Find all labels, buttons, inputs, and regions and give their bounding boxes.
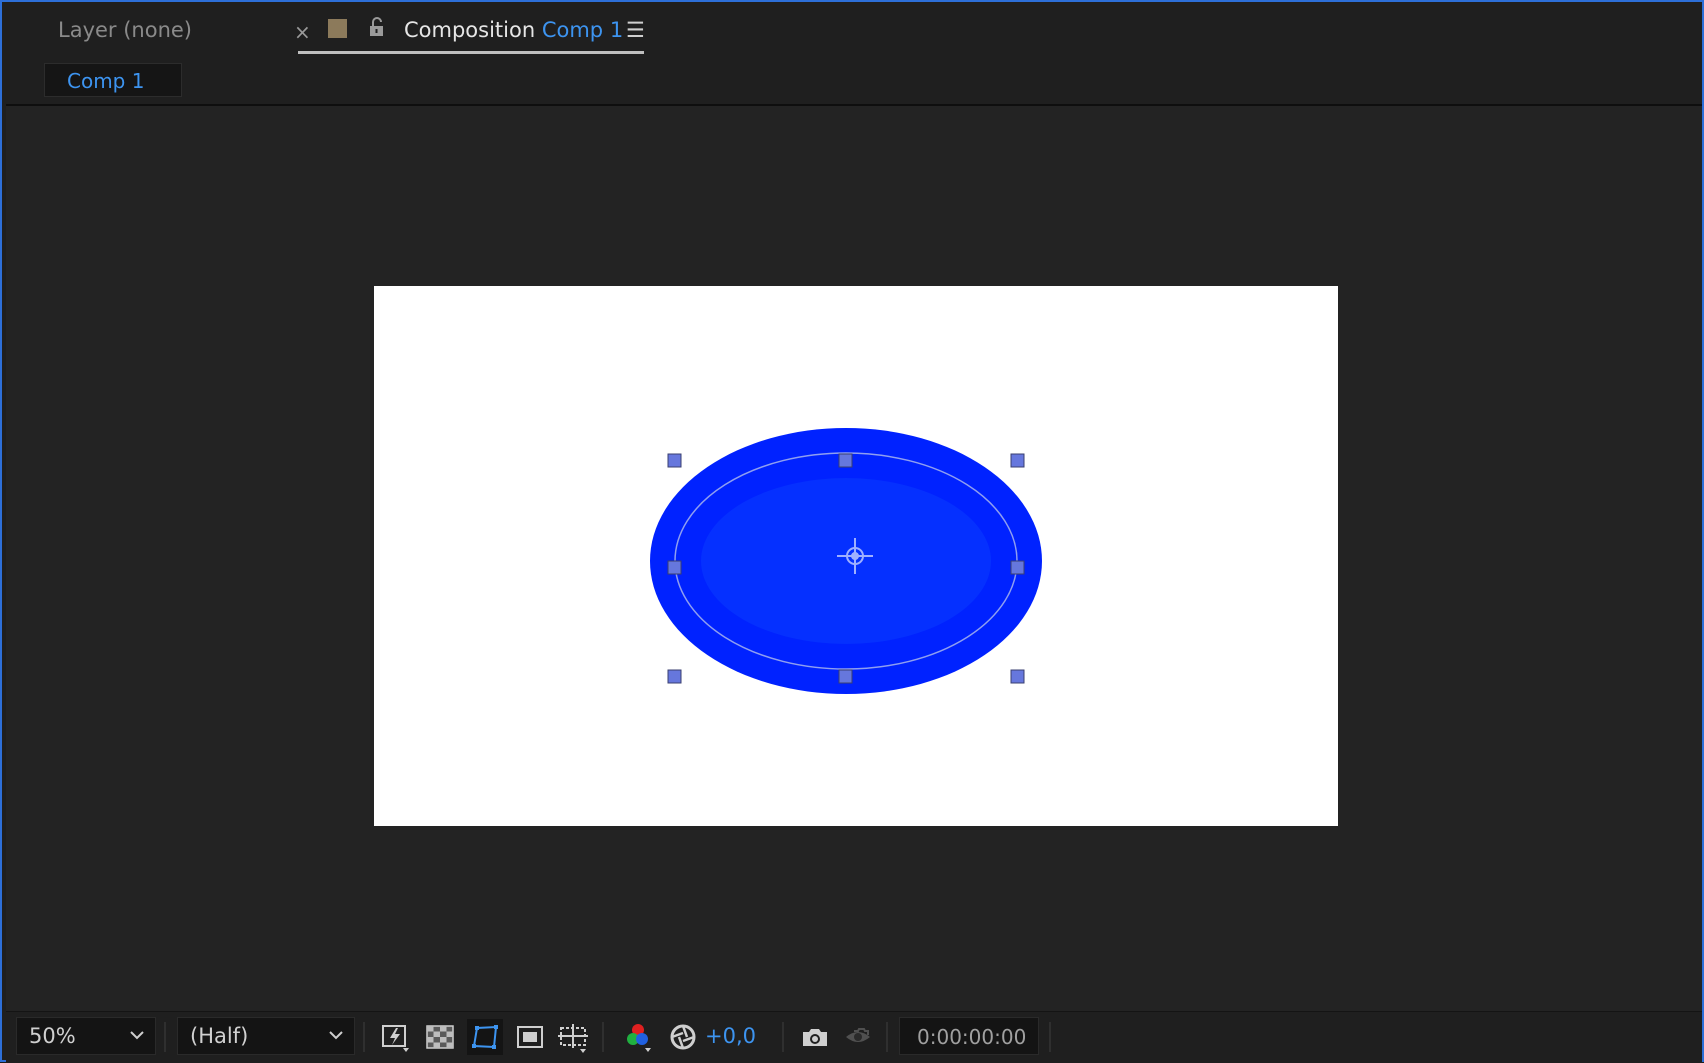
show-snapshot-icon[interactable] <box>840 1019 876 1055</box>
toolbar-divider <box>886 1022 888 1052</box>
handle-top-right <box>1010 453 1025 468</box>
tab-composition[interactable]: Composition Comp 1 <box>404 18 623 42</box>
region-of-interest-icon[interactable] <box>512 1019 548 1055</box>
composition-canvas[interactable] <box>374 286 1338 826</box>
current-time-display[interactable]: 0:00:00:00 <box>899 1017 1039 1055</box>
magnification-value: 50% <box>29 1024 76 1048</box>
channels-icon[interactable] <box>620 1019 656 1055</box>
mask-visibility-icon[interactable] <box>467 1019 503 1055</box>
tab-composition-name: Comp 1 <box>541 18 624 42</box>
chevron-down-icon <box>329 1031 343 1040</box>
composition-panel: Layer (none) × Composition Comp 1 ☰ Comp… <box>0 0 1704 1063</box>
label-color-swatch[interactable] <box>328 19 347 38</box>
unlock-icon[interactable] <box>368 16 386 38</box>
fast-previews-icon[interactable] <box>377 1019 413 1055</box>
handle-top <box>838 453 853 468</box>
panel-tab-bar: Layer (none) × Composition Comp 1 ☰ <box>6 4 1702 60</box>
current-time-value: 0:00:00:00 <box>917 1025 1027 1049</box>
handle-left <box>667 560 682 575</box>
panel-menu-icon[interactable]: ☰ <box>626 18 645 42</box>
comp-breadcrumb-label: Comp 1 <box>67 69 145 93</box>
tab-layer-viewer[interactable]: Layer (none) <box>58 18 192 42</box>
exposure-reset-icon[interactable] <box>665 1019 701 1055</box>
toolbar-divider <box>602 1022 604 1052</box>
resolution-value: (Half) <box>190 1024 249 1048</box>
transparency-grid-icon[interactable] <box>422 1019 458 1055</box>
magnification-dropdown[interactable]: 50% <box>16 1017 156 1055</box>
composition-navigator-bar: Comp 1 <box>6 60 1702 106</box>
chevron-down-icon <box>130 1031 144 1040</box>
toolbar-divider <box>1049 1022 1051 1052</box>
ellipse-inner-glow <box>701 478 991 644</box>
guides-icon[interactable] <box>555 1019 591 1055</box>
toolbar-divider <box>782 1022 784 1052</box>
tab-composition-label: Composition <box>404 18 536 42</box>
exposure-value[interactable]: +0,0 <box>705 1024 756 1048</box>
active-tab-indicator <box>298 51 644 54</box>
handle-top-left <box>667 453 682 468</box>
handle-bottom-right <box>1010 669 1025 684</box>
handle-bottom-left <box>667 669 682 684</box>
handle-right <box>1010 560 1025 575</box>
resolution-dropdown[interactable]: (Half) <box>177 1017 355 1055</box>
snapshot-camera-icon[interactable] <box>797 1019 833 1055</box>
toolbar-divider <box>164 1022 166 1052</box>
handle-bottom <box>838 669 853 684</box>
comp-breadcrumb[interactable]: Comp 1 <box>44 63 182 97</box>
composition-viewer[interactable] <box>6 106 1702 1011</box>
shape-layer-graphic[interactable] <box>374 286 1338 826</box>
close-icon[interactable]: × <box>294 20 311 44</box>
viewer-toolbar: 50% (Half) +0,0 0:00:00:00 <box>6 1011 1702 1063</box>
toolbar-divider <box>363 1022 365 1052</box>
